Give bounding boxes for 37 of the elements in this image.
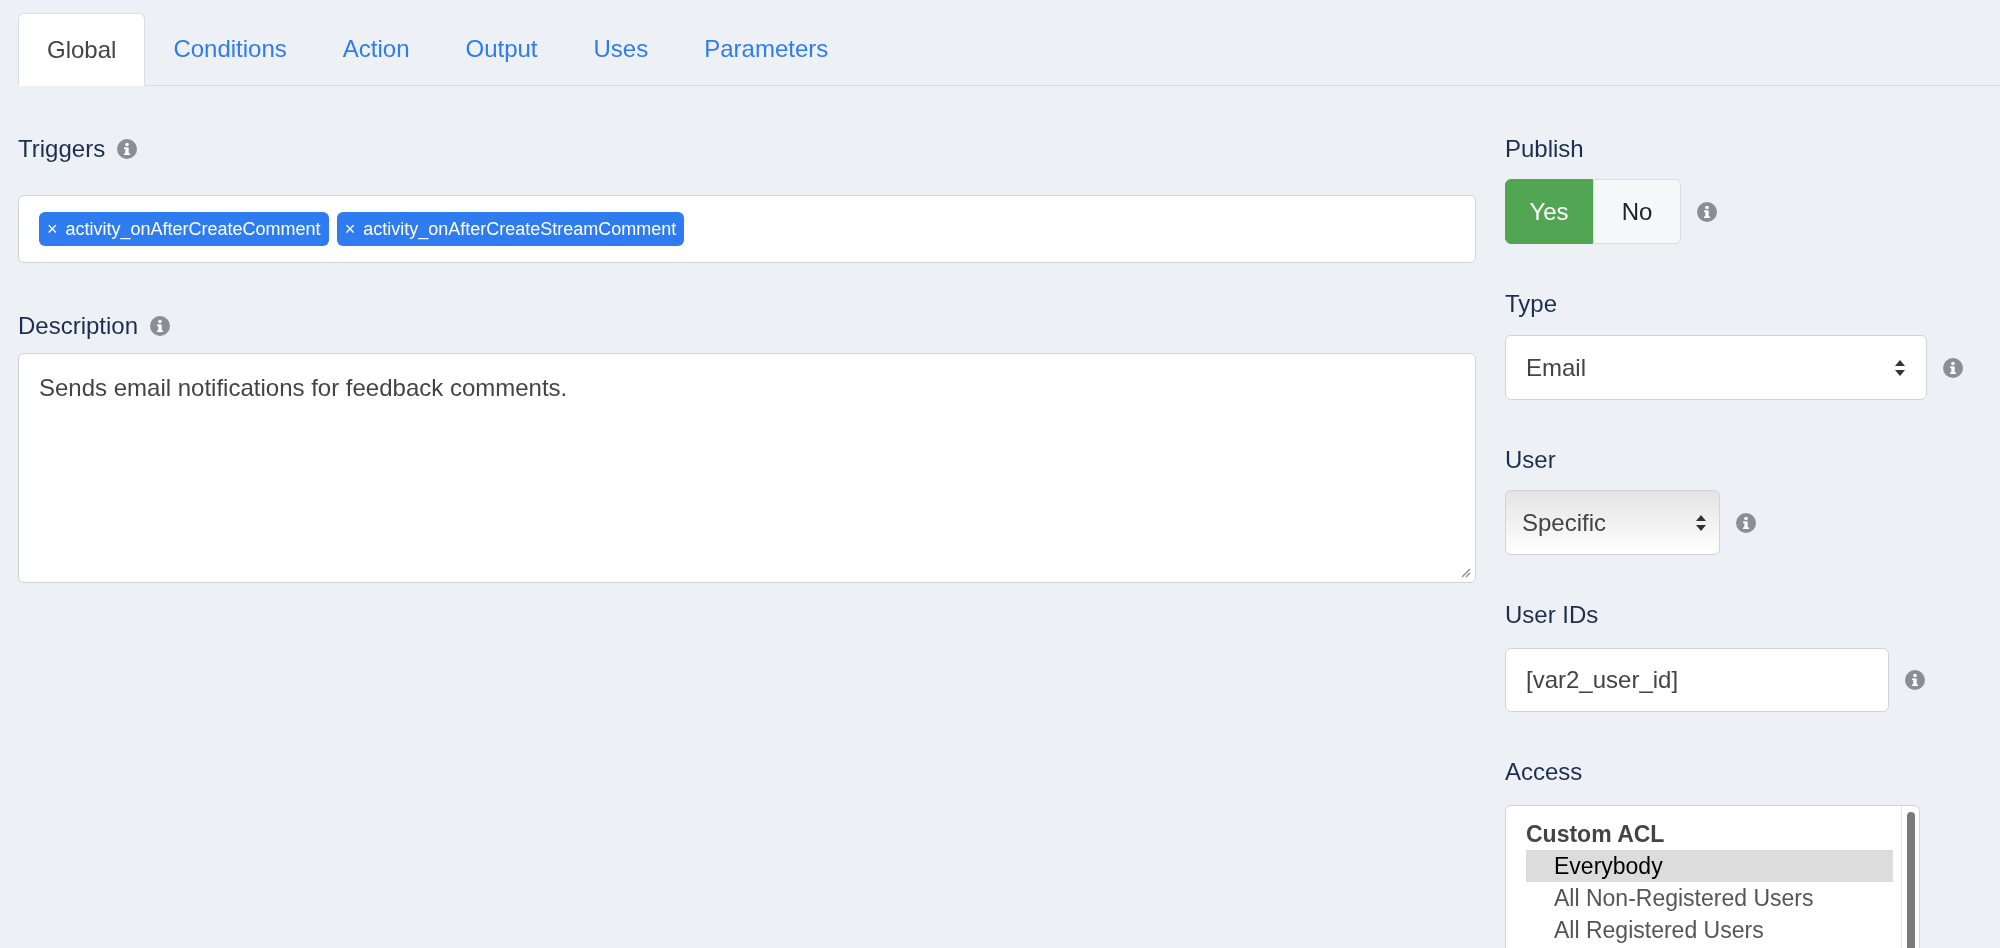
tab[interactable]: Action — [314, 13, 438, 85]
remove-tag-button[interactable]: × — [344, 215, 356, 243]
access-option[interactable]: All Registered Users — [1526, 914, 1893, 946]
info-icon[interactable] — [117, 139, 138, 159]
info-icon[interactable] — [1943, 357, 1963, 378]
tags-input[interactable]: × activity_onAfterCreateComment × activity_onAfterCreateStreamComment — [18, 195, 1476, 263]
tab[interactable]: Conditions — [145, 13, 315, 85]
type-select[interactable]: Email — [1505, 335, 1927, 400]
tab[interactable]: Parameters — [676, 13, 857, 85]
info-icon[interactable] — [1905, 670, 1925, 690]
field-label: Triggers — [18, 134, 106, 164]
access-listbox[interactable]: Custom ACL Everybody All Non-Registered Users All Registered Users — [1505, 805, 1920, 948]
field-label: Type — [1505, 289, 1558, 319]
access-option[interactable]: All Non-Registered Users — [1526, 882, 1893, 914]
tab[interactable]: Output — [437, 13, 566, 85]
description-textarea[interactable]: Sends email notifications for feedback comments. — [18, 353, 1476, 583]
info-icon[interactable] — [150, 316, 171, 336]
field-label: Publish — [1505, 134, 1584, 164]
select-arrows-icon — [1894, 358, 1906, 377]
tag-text: activity_onAfterCreateComment — [65, 217, 321, 242]
option-group-label: Custom ACL — [1526, 820, 1666, 849]
field-label: Description — [18, 311, 139, 341]
field-label: Access — [1505, 757, 1583, 787]
field-label: User — [1505, 445, 1556, 475]
description-text: Sends email notifications for feedback comments. — [39, 374, 568, 401]
tag-text: activity_onAfterCreateStreamComment — [363, 217, 677, 242]
tab[interactable]: Global — [18, 13, 146, 86]
access-option[interactable]: Everybody — [1526, 850, 1893, 882]
publish-option[interactable]: No — [1593, 179, 1681, 244]
user-ids-input[interactable]: [var2_user_id] — [1505, 648, 1889, 712]
tab[interactable]: Uses — [565, 13, 677, 85]
field-label: User IDs — [1505, 600, 1599, 630]
info-icon[interactable] — [1697, 201, 1717, 222]
remove-tag-button[interactable]: × — [47, 215, 58, 243]
user-select[interactable]: Specific — [1505, 490, 1720, 555]
info-icon[interactable] — [1736, 512, 1756, 533]
resize-handle-icon[interactable] — [1461, 568, 1471, 578]
